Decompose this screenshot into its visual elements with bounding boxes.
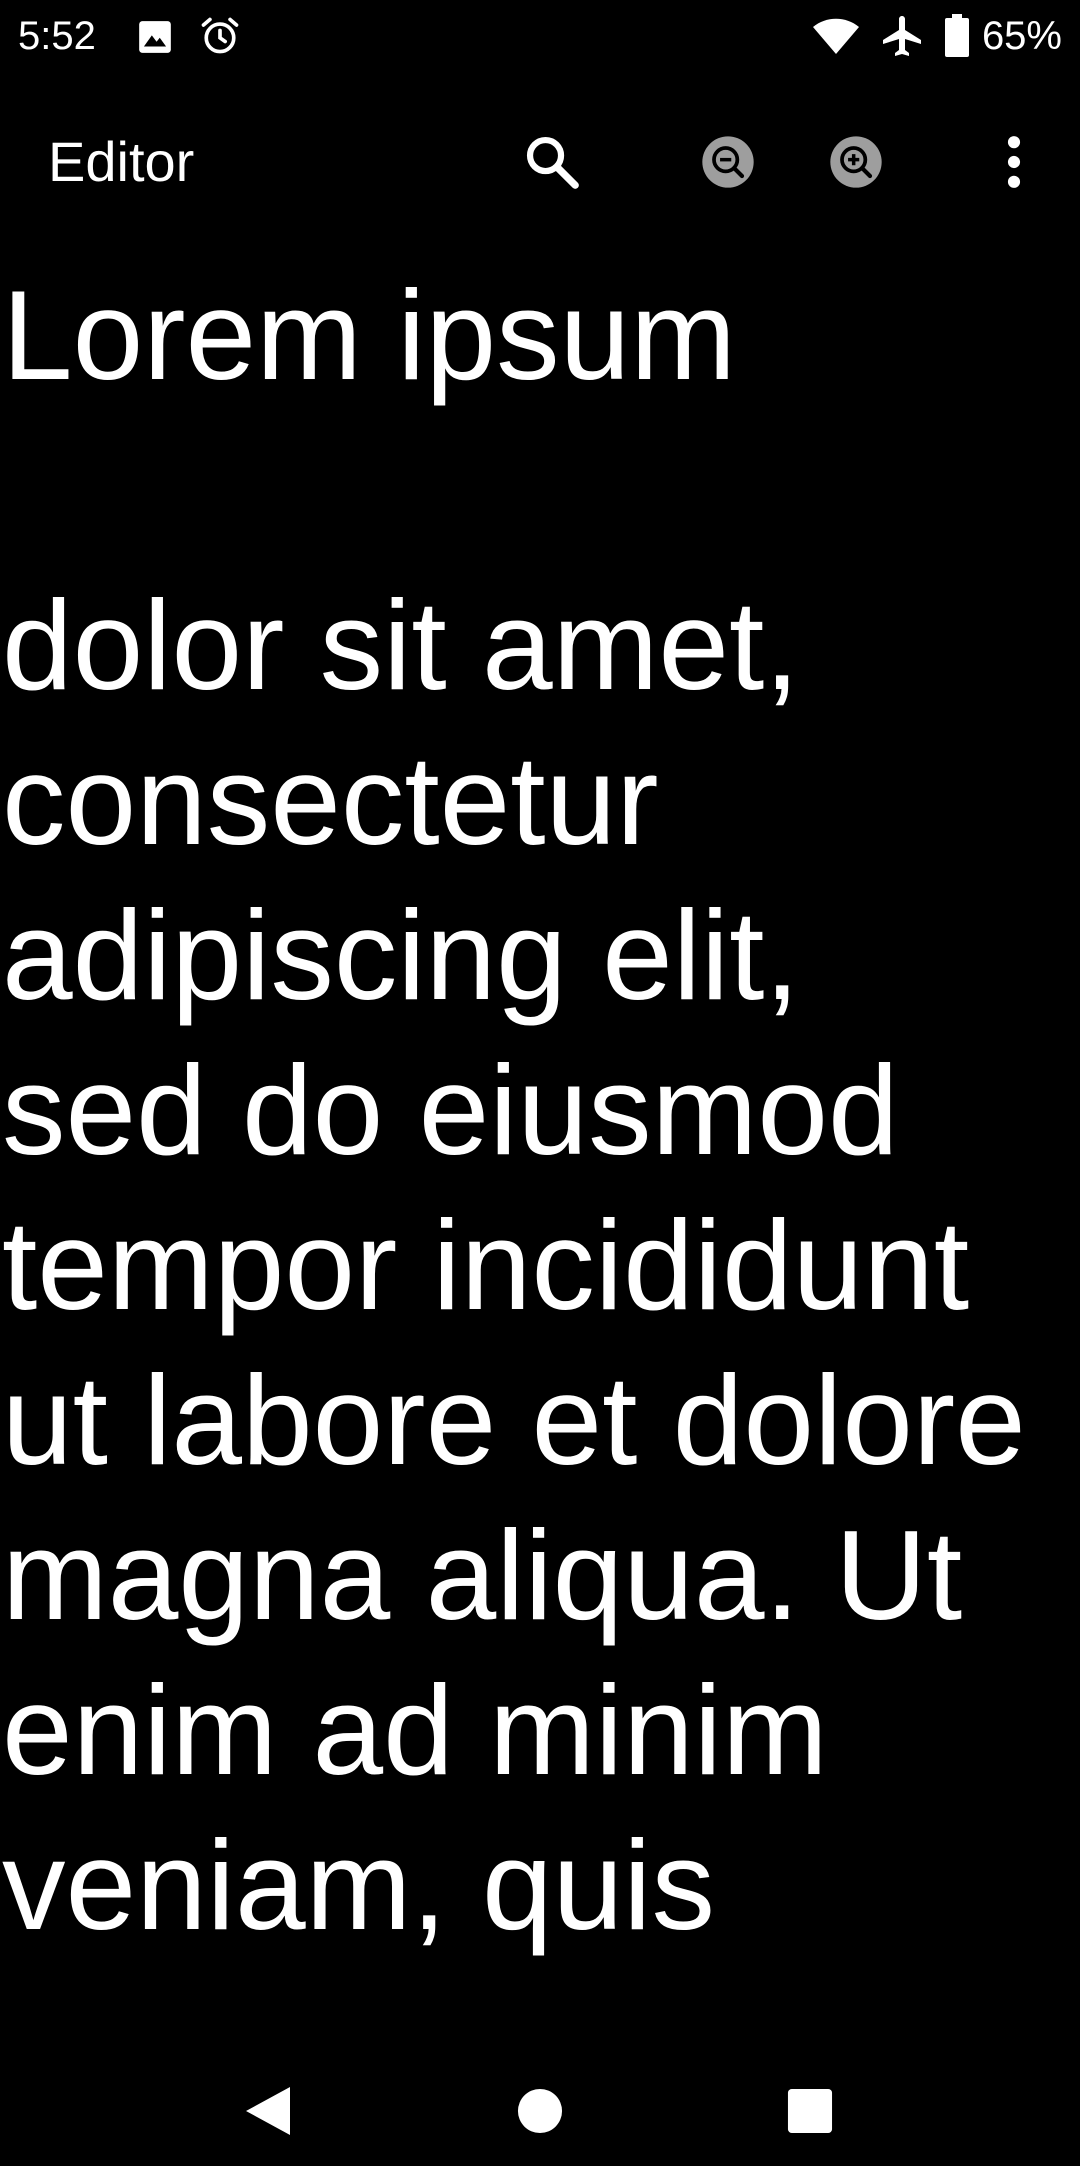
battery-percent: 65% [981,14,1062,58]
editor-content: Lorem ipsum dolor sit amet, consectetur … [2,264,1026,1956]
home-button[interactable] [485,2056,595,2166]
more-options-button[interactable] [966,114,1062,210]
alarm-icon [201,17,239,54]
airplane-mode-icon [883,16,921,56]
battery-icon [945,14,969,57]
editor-text-area[interactable]: Lorem ipsum dolor sit amet, consectetur … [0,258,1080,1978]
zoom-out-button[interactable] [680,114,776,210]
search-icon [526,136,579,189]
zoom-out-icon [702,136,754,188]
zoom-in-button[interactable] [808,114,904,210]
back-icon [246,2087,290,2135]
navigation-bar [0,2040,1080,2160]
zoom-in-icon [830,136,882,188]
more-vert-icon [1007,136,1021,188]
back-button[interactable] [214,2056,324,2166]
recents-icon [787,2088,833,2134]
search-button[interactable] [504,114,600,210]
recents-button[interactable] [755,2056,865,2166]
home-icon [517,2088,563,2134]
status-bar: 5:52 65% [0,0,1080,72]
image-icon [139,21,171,53]
wifi-icon [813,18,859,54]
app-bar: Editor [0,84,1080,232]
app-title: Editor [48,130,195,193]
status-time: 5:52 [18,14,96,58]
